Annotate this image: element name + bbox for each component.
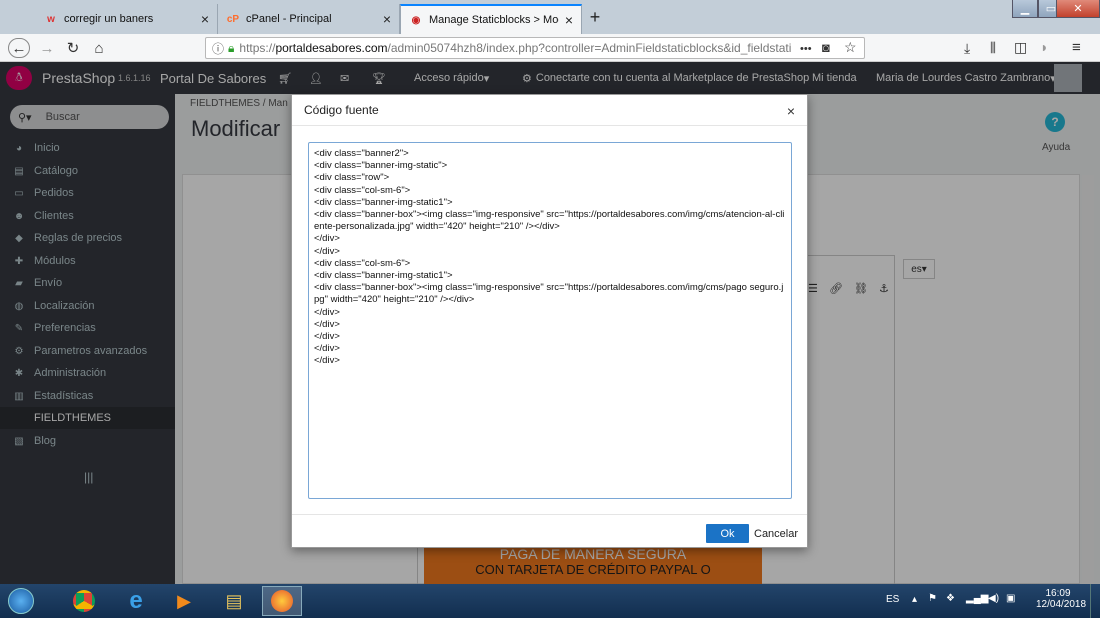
source-code-dialog: Código fuente × <div class="banner2"> <d…	[291, 94, 808, 548]
back-arrow-icon[interactable]: ←	[8, 38, 30, 58]
minimize-button[interactable]: ▁	[1012, 0, 1038, 18]
windows-taskbar: e ▶ ▤ ES ▴ ⚑ ❖ ▂▄▆ ◀) ▣ 16:09 12/04/2018	[0, 584, 1100, 618]
clock-date: 12/04/2018	[1036, 599, 1087, 610]
url-bar[interactable]: ⓘ 🔒︎ https://portaldesabores.com/admin05…	[205, 37, 865, 59]
info-icon[interactable]: ⓘ	[212, 40, 224, 57]
url-host: portaldesabores.com	[275, 41, 388, 55]
browser-nav-bar: ← → ↻ ⌂ ⓘ 🔒︎ https://portaldesabores.com…	[0, 34, 1100, 62]
flag-icon[interactable]: ⚑	[928, 593, 937, 604]
clock-time: 16:09	[1045, 588, 1071, 599]
url-path: /admin05074hzh8/index.php?controller=Adm…	[387, 41, 792, 55]
cancel-button[interactable]: Cancelar	[754, 524, 798, 543]
tray-arrow-icon[interactable]: ▴	[912, 594, 917, 605]
pocket-icon[interactable]: ◙	[822, 40, 830, 55]
tab-favicon-icon: w	[47, 13, 55, 25]
source-code-textarea[interactable]: <div class="banner2"> <div class="banner…	[308, 142, 792, 499]
close-icon[interactable]: ×	[787, 103, 795, 119]
sidebar-toggle-icon[interactable]: ◫	[1014, 39, 1027, 56]
reload-icon[interactable]: ↻	[62, 38, 84, 58]
shield-icon[interactable]: ◗	[1040, 39, 1048, 55]
internet-explorer-icon[interactable]: e	[116, 586, 156, 616]
close-icon[interactable]: ×	[565, 12, 573, 28]
browser-tab[interactable]: w corregir un baners ×	[36, 4, 218, 34]
close-icon[interactable]: ×	[383, 11, 391, 27]
url-scheme: https://	[239, 41, 276, 55]
dropbox-icon[interactable]: ❖	[946, 593, 955, 604]
dialog-footer: Ok Cancelar	[292, 514, 807, 548]
media-player-icon[interactable]: ▶	[164, 586, 204, 616]
clock[interactable]: 16:09 12/04/2018	[1036, 588, 1087, 610]
dialog-title: Código fuente	[304, 103, 379, 117]
file-explorer-icon[interactable]: ▤	[214, 586, 254, 616]
page-actions-icon[interactable]: •••	[800, 43, 812, 55]
tab-favicon-icon: ◉	[411, 14, 421, 26]
start-button[interactable]	[4, 586, 38, 616]
browser-tab-bar: w corregir un baners × cP cPanel - Princ…	[0, 0, 1100, 34]
lock-icon: 🔒︎	[228, 40, 235, 55]
tab-label: cPanel - Principal	[246, 13, 332, 25]
browser-tab[interactable]: cP cPanel - Principal ×	[218, 4, 400, 34]
show-desktop-button[interactable]	[1090, 584, 1100, 618]
download-icon[interactable]: ⤓	[964, 40, 970, 57]
forward-arrow-icon[interactable]: →	[36, 38, 58, 58]
menu-icon[interactable]: ≡	[1072, 39, 1081, 56]
ok-button[interactable]: Ok	[706, 524, 749, 543]
firefox-icon[interactable]	[262, 586, 302, 616]
browser-tab-active[interactable]: ◉ Manage Staticblocks > Modific ×	[400, 4, 582, 34]
input-language[interactable]: ES	[886, 594, 899, 605]
tab-label: Manage Staticblocks > Modific	[429, 14, 559, 26]
tab-label: corregir un baners	[64, 13, 154, 25]
chrome-icon[interactable]	[64, 586, 104, 616]
volume-icon[interactable]: ◀)	[988, 593, 999, 604]
new-tab-button[interactable]: +	[584, 6, 606, 28]
tab-favicon-icon: cP	[226, 13, 240, 25]
notification-icon[interactable]: ▣	[1006, 593, 1015, 604]
window-close-button[interactable]: ✕	[1056, 0, 1100, 18]
library-icon[interactable]: ⫼	[990, 40, 996, 56]
home-icon[interactable]: ⌂	[88, 38, 110, 58]
signal-icon[interactable]: ▂▄▆	[966, 593, 988, 604]
bookmark-star-icon[interactable]: ☆	[844, 39, 857, 56]
dialog-header: Código fuente	[292, 95, 807, 126]
close-icon[interactable]: ×	[201, 11, 209, 27]
